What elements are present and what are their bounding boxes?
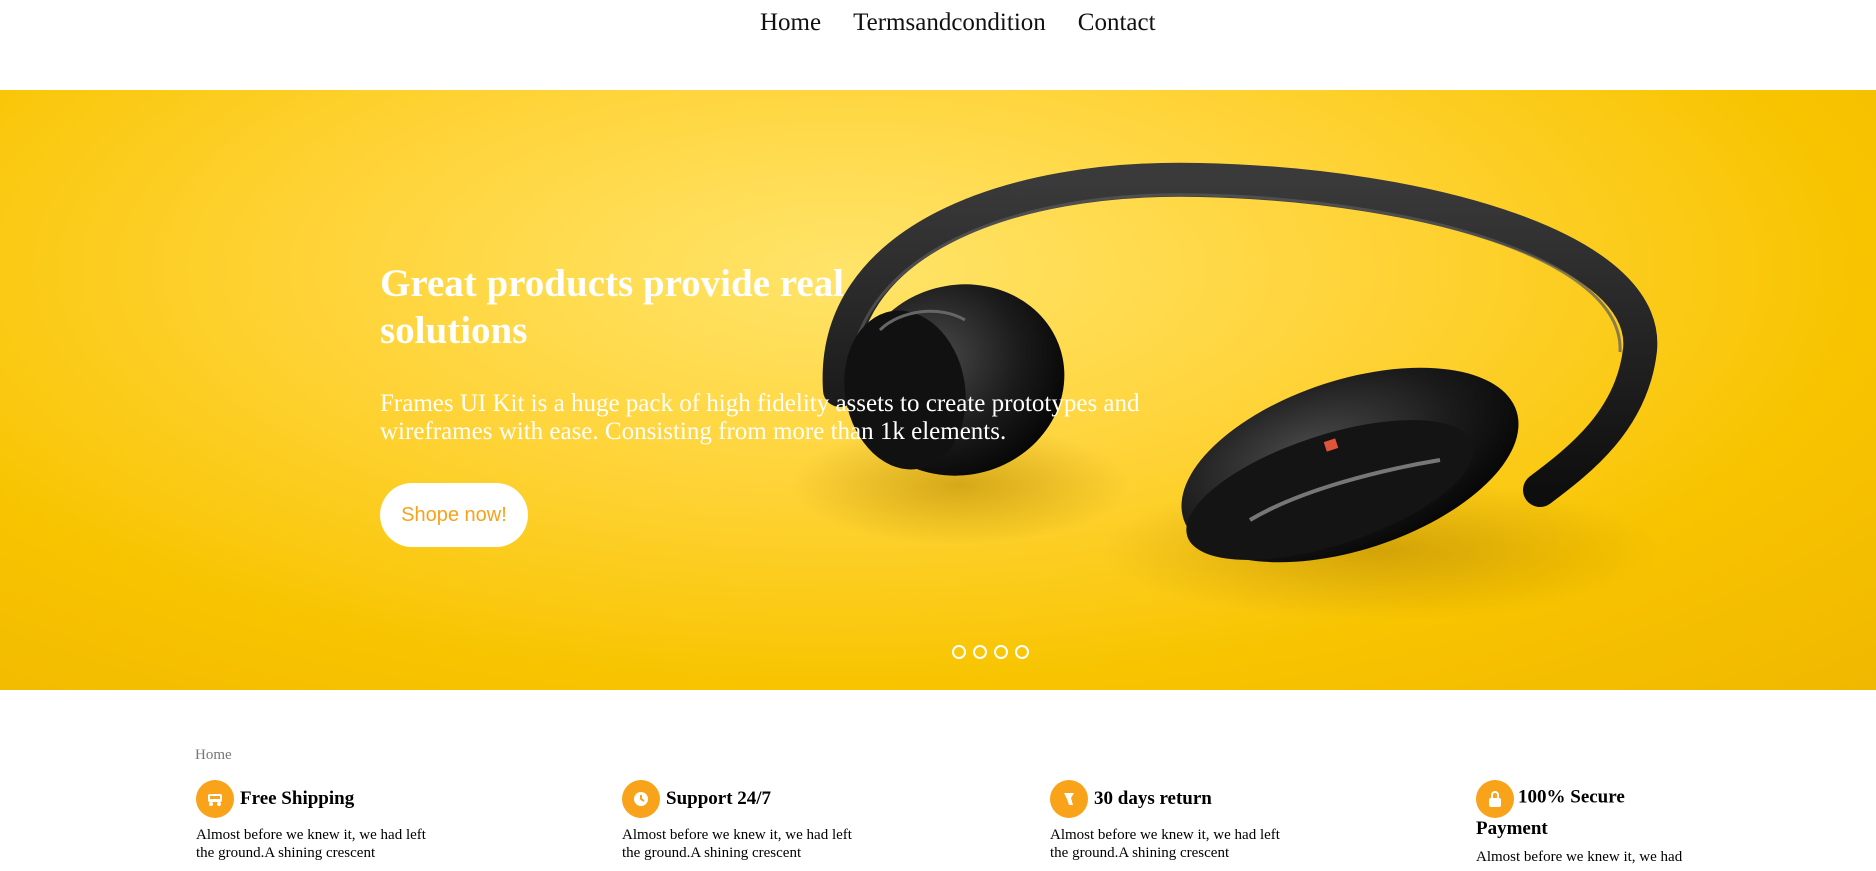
support-icon [622,780,660,818]
feature-free-shipping: Free Shipping Almost before we knew it, … [196,780,436,862]
feature-title: 30 days return [1094,788,1212,809]
feature-secure-payment: 100% Secure Payment Almost before we kne… [1476,780,1682,866]
hero-title: Great products provide real solutions [380,262,845,352]
carousel-dot[interactable] [952,645,966,659]
lock-icon [1476,780,1514,818]
feature-text: Almost before we knew it, we had left th… [196,827,426,861]
feature-text: Almost before we knew it, we had left th… [1050,827,1280,861]
carousel-dot[interactable] [994,645,1008,659]
hero-subtitle: Frames UI Kit is a huge pack of high fid… [380,390,1140,445]
carousel-dot[interactable] [973,645,987,659]
shop-now-button[interactable]: Shope now! [380,483,528,547]
truck-icon [196,780,234,818]
carousel-indicators [952,645,1029,659]
nav-home-link[interactable]: Home [760,8,821,38]
top-navigation: Home Termsandcondition Contact [0,0,1876,90]
carousel-dot[interactable] [1015,645,1029,659]
return-icon [1050,780,1088,818]
breadcrumb[interactable]: Home [195,747,232,764]
feature-text: Almost before we knew it, we had [1476,849,1683,865]
feature-support: Support 24/7 Almost before we knew it, w… [622,780,862,862]
feature-returns: 30 days return Almost before we knew it,… [1050,780,1290,862]
feature-title: Free Shipping [240,788,355,809]
feature-text: Almost before we knew it, we had left th… [622,827,852,861]
feature-title: Support 24/7 [666,788,772,809]
nav-contact-link[interactable]: Contact [1078,8,1156,38]
nav-terms-link[interactable]: Termsandcondition [853,8,1046,38]
main-menu: Home Termsandcondition Contact [760,8,1156,38]
hero-banner: Great products provide real solutions Fr… [0,90,1876,690]
